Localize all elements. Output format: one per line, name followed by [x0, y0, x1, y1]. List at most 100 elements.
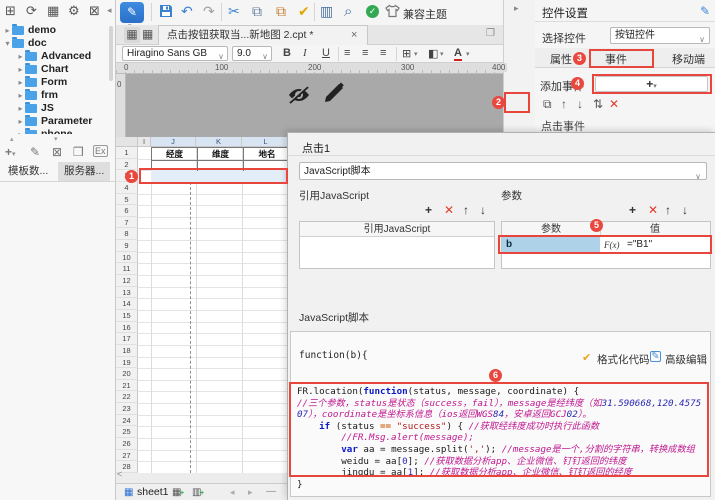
copy-dataset-icon[interactable]: ❒ — [73, 145, 84, 159]
italic-button[interactable]: I — [303, 47, 307, 59]
row-header-23[interactable]: 23 — [116, 403, 138, 415]
tree-item-Parameter[interactable]: ▸Parameter — [0, 115, 108, 128]
row-header-16[interactable]: 16 — [116, 322, 138, 334]
edit-dataset-icon[interactable]: ✎ — [30, 145, 40, 159]
align-left-icon[interactable]: ≡ — [344, 47, 350, 59]
sort-icon[interactable]: ⇅ — [593, 97, 603, 111]
bold-button[interactable]: B — [283, 47, 291, 59]
param-down-icon[interactable]: ↓ — [682, 203, 688, 217]
copy-event-icon[interactable]: ⧉ — [543, 97, 552, 112]
param-table[interactable]: 参数 值 b F(x) ="B1" — [501, 221, 711, 269]
format-painter-icon[interactable]: ✔ — [298, 3, 310, 20]
tree-item-doc[interactable]: ▾doc — [0, 37, 108, 50]
row-header-7[interactable]: 7 — [116, 217, 138, 229]
settings-icon[interactable]: ⚙ — [68, 3, 80, 19]
format-code-button[interactable]: 格式化代码 — [597, 352, 650, 367]
param-up-icon[interactable]: ↑ — [665, 203, 671, 217]
header-cell[interactable]: 维度 — [198, 149, 243, 160]
restore-layout-icon[interactable]: ❐ — [486, 28, 495, 39]
delete-event-icon[interactable]: ✕ — [609, 97, 619, 111]
chevron-right-icon[interactable]: ▸ — [16, 102, 25, 115]
move-up-icon[interactable]: ↑ — [561, 97, 567, 111]
tab-mobile[interactable]: 移动端 — [672, 51, 705, 67]
theme-shirt-icon[interactable] — [385, 4, 400, 18]
formula-icon[interactable]: F(x) — [604, 240, 620, 250]
row-header-25[interactable]: 25 — [116, 426, 138, 438]
row-header-1[interactable]: 1 — [116, 147, 138, 159]
add-dataset-button[interactable]: +▾ — [5, 145, 16, 159]
font-size-select[interactable]: 9.0 ∨ — [232, 46, 272, 61]
sheet-tab-label[interactable]: sheet1 — [137, 486, 169, 498]
tree-item-JS[interactable]: ▸JS — [0, 102, 108, 115]
paste-icon[interactable]: ⧉ — [276, 3, 286, 20]
chevron-right-icon[interactable]: ▸ — [16, 89, 25, 102]
tree-item-Form[interactable]: ▸Form — [0, 76, 108, 89]
delete-dataset-icon[interactable]: ⊠ — [52, 145, 62, 159]
column-header-I[interactable]: I — [138, 137, 151, 147]
row-header-10[interactable]: 10 — [116, 252, 138, 264]
row-header-6[interactable]: 6 — [116, 205, 138, 217]
font-color-icon[interactable]: A — [454, 47, 462, 61]
save-icon[interactable] — [159, 4, 173, 18]
tab-server-data[interactable]: 服务器... — [58, 162, 110, 181]
fill-color-icon[interactable]: ◧ — [428, 47, 438, 60]
move-down-icon[interactable]: ↓ — [577, 97, 583, 111]
row-header-9[interactable]: 9 — [116, 240, 138, 252]
refresh-icon[interactable]: ⟳ — [26, 3, 37, 19]
row-header-8[interactable]: 8 — [116, 228, 138, 240]
new-cpt-icon[interactable]: ▦ — [124, 27, 140, 43]
tab-document[interactable]: 点击按钮获取当...新地图 2.cpt * × — [158, 25, 368, 45]
param-delete-icon[interactable]: ✕ — [648, 203, 658, 217]
column-header-J[interactable]: J — [151, 137, 196, 147]
theme-label[interactable]: 兼容主题 — [403, 6, 447, 22]
collapse-panel-icon[interactable]: ▸ — [514, 3, 519, 14]
report-canvas[interactable] — [126, 74, 503, 137]
row-header-24[interactable]: 24 — [116, 415, 138, 427]
row-header-22[interactable]: 22 — [116, 391, 138, 403]
row-header-2[interactable]: 2 — [116, 159, 138, 171]
ref-down-icon[interactable]: ↓ — [480, 203, 486, 217]
cut-icon[interactable]: ✂ — [228, 3, 240, 20]
row-header-4[interactable]: 4 — [116, 182, 138, 194]
row-header-11[interactable]: 11 — [116, 263, 138, 275]
param-name-cell[interactable]: b — [502, 237, 600, 253]
collapse-sidebar-icon[interactable]: ◂ — [107, 5, 112, 16]
report-cell-block[interactable]: 经度维度地名 — [151, 147, 290, 170]
header-cell[interactable]: 地名 — [244, 149, 290, 160]
ref-add-icon[interactable]: + — [425, 203, 432, 217]
event-type-select[interactable]: JavaScript脚本 ∨ — [299, 162, 707, 180]
row-header-17[interactable]: 17 — [116, 333, 138, 345]
row-header-18[interactable]: 18 — [116, 345, 138, 357]
border-icon[interactable]: ⊞ — [402, 47, 411, 60]
row-header-26[interactable]: 26 — [116, 438, 138, 450]
tree-item-Advanced[interactable]: ▸Advanced — [0, 50, 108, 63]
param-row[interactable]: b F(x) ="B1" — [502, 237, 710, 253]
template-icon[interactable]: ▦ — [47, 3, 59, 19]
header-cell[interactable]: 经度 — [152, 149, 197, 160]
align-center-icon[interactable]: ≡ — [362, 47, 368, 59]
fill-dropdown-icon[interactable]: ▾ — [440, 50, 444, 58]
tree-item-demo[interactable]: ▸demo — [0, 24, 108, 37]
chevron-right-icon[interactable]: ▸ — [16, 63, 25, 76]
row-header-13[interactable]: 13 — [116, 287, 138, 299]
scroll-left-icon[interactable]: < — [117, 469, 122, 479]
font-color-dropdown-icon[interactable]: ▾ — [466, 50, 470, 58]
preview-icon[interactable]: ⌕ — [344, 3, 352, 20]
tab-events[interactable]: 事件 — [605, 51, 627, 67]
tree-item-Chart[interactable]: ▸Chart — [0, 63, 108, 76]
advanced-edit-button[interactable]: 高级编辑 — [665, 352, 707, 367]
collapse-bar-icon[interactable]: — — [266, 486, 276, 497]
chevron-right-icon[interactable]: ▸ — [16, 128, 25, 134]
selected-row[interactable] — [151, 170, 287, 182]
chevron-down-icon[interactable]: ▾ — [3, 37, 12, 50]
tab-properties[interactable]: 属性 — [550, 51, 572, 67]
row-header-20[interactable]: 20 — [116, 368, 138, 380]
tree-item-phone[interactable]: ▸phone — [0, 128, 108, 134]
widget-select[interactable]: 按钮控件 ∨ — [610, 27, 710, 44]
redo-icon[interactable]: ↷ — [203, 3, 215, 20]
js-code-content[interactable]: FR.location(function(status, message, co… — [297, 386, 701, 490]
param-add-icon[interactable]: + — [629, 203, 636, 217]
chevron-right-icon[interactable]: ▸ — [16, 76, 25, 89]
align-right-icon[interactable]: ≡ — [380, 47, 386, 59]
undo-icon[interactable]: ↶ — [181, 3, 193, 20]
